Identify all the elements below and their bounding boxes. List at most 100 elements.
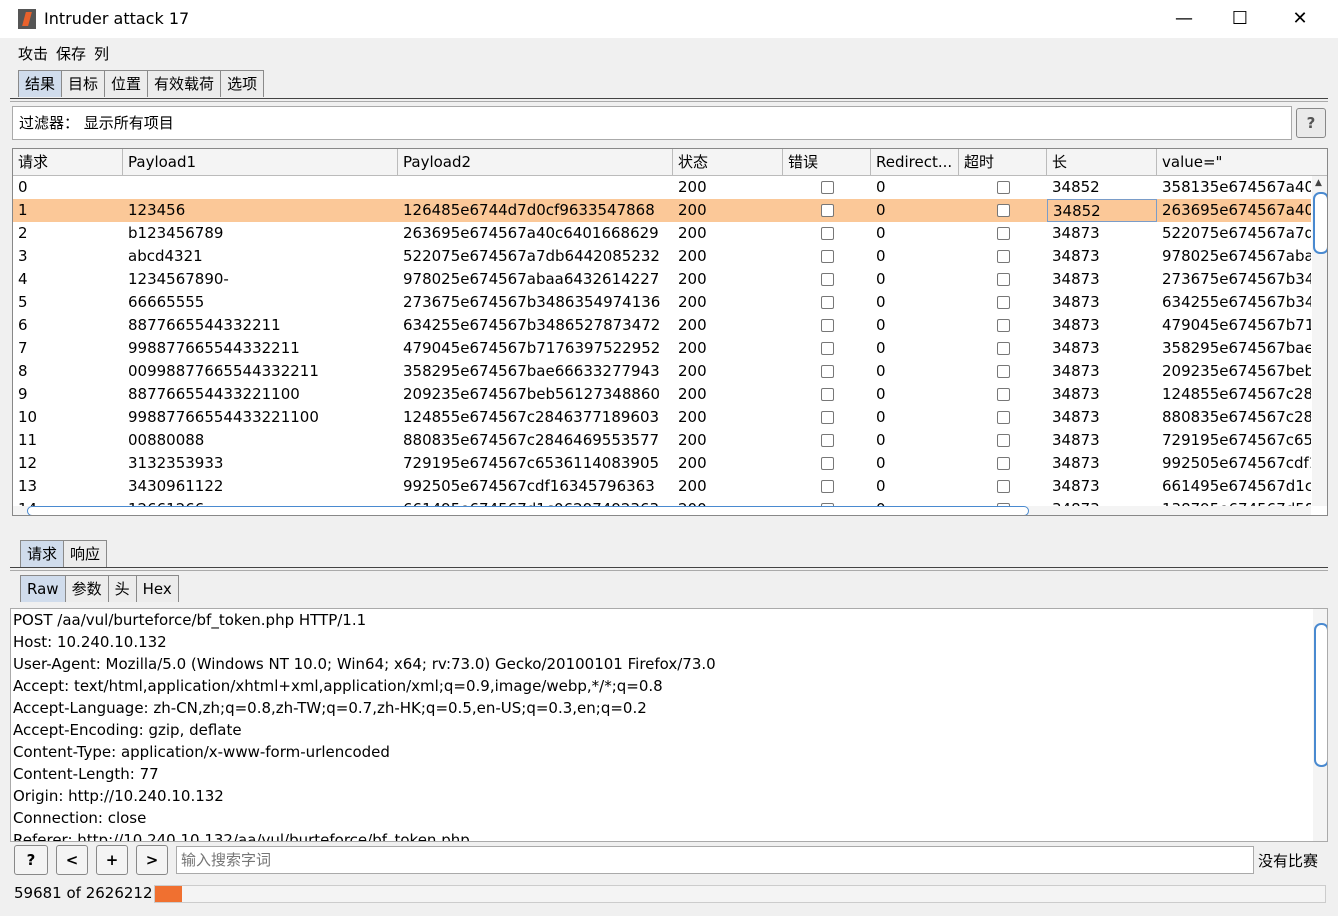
col-payload1[interactable]: Payload1 (123, 149, 398, 175)
timeout-checkbox[interactable] (997, 227, 1010, 240)
table-hscroll-thumb[interactable] (27, 506, 1029, 515)
minimize-button[interactable]: — (1156, 0, 1212, 38)
close-button[interactable]: ✕ (1272, 0, 1328, 38)
table-cell: 200 (678, 362, 707, 380)
table-cell: 634255e674567b348 (1162, 293, 1311, 311)
error-checkbox[interactable] (821, 296, 834, 309)
table-horizontal-scrollbar[interactable] (13, 506, 1311, 515)
table-row[interactable]: 9 887766554433221100 209235e674567beb56127… (13, 383, 1311, 406)
error-checkbox[interactable] (821, 227, 834, 240)
col-timeout[interactable]: 超时 (959, 149, 1047, 175)
table-cell: 0 (876, 339, 886, 357)
editor-scrollbar[interactable] (1313, 609, 1327, 841)
error-checkbox[interactable] (821, 434, 834, 447)
tab-results[interactable]: 结果 (18, 70, 63, 97)
timeout-checkbox[interactable] (997, 296, 1010, 309)
tab-request[interactable]: 请求 (20, 540, 65, 567)
table-row[interactable]: 3 abcd4321 522075e674567a7db6442085232 200 0… (13, 245, 1311, 268)
tab-params[interactable]: 参数 (64, 575, 109, 602)
error-checkbox[interactable] (821, 273, 834, 286)
search-add-button[interactable]: + (96, 845, 128, 875)
table-row[interactable]: 6 8877665544332211 634255e674567b348652787… (13, 314, 1311, 337)
table-row[interactable]: 1412661266661495e674567d1c06297492363200… (13, 498, 1311, 506)
search-input[interactable] (176, 846, 1254, 874)
menu-save[interactable]: 保存 (56, 43, 86, 64)
table-cell: 0 (876, 454, 886, 472)
tab-headers[interactable]: 头 (107, 575, 137, 602)
table-row[interactable]: 11 00880088 880835e674567c2846469553577 200… (13, 429, 1311, 452)
table-cell: 8 (18, 362, 28, 380)
col-length[interactable]: 长 (1047, 149, 1157, 175)
request-editor[interactable]: POST /aa/vul/burteforce/bf_token.php HTT… (10, 608, 1328, 842)
menu-attack[interactable]: 攻击 (18, 43, 48, 64)
tab-raw[interactable]: Raw (20, 575, 66, 602)
col-error[interactable]: 错误 (783, 149, 871, 175)
table-vertical-scrollbar[interactable]: ▲ (1312, 176, 1327, 506)
col-request[interactable]: 请求 (13, 149, 123, 175)
timeout-checkbox[interactable] (997, 204, 1010, 217)
timeout-checkbox[interactable] (997, 480, 1010, 493)
timeout-checkbox[interactable] (997, 457, 1010, 470)
view-tabs: Raw 参数 头 Hex (20, 575, 179, 602)
table-row[interactable]: 4 1234567890- 978025e674567abaa6432614227 2… (13, 268, 1311, 291)
search-next-button[interactable]: > (136, 845, 168, 875)
table-cell: 34873 (1052, 339, 1100, 357)
table-row[interactable]: 7 998877665544332211 479045e674567b7176397… (13, 337, 1311, 360)
error-checkbox[interactable] (821, 204, 834, 217)
col-value[interactable]: value=" (1157, 149, 1327, 175)
table-cell: 209235e674567beb5 (1162, 362, 1311, 380)
table-cell: 880835e674567c2846469553577 (403, 431, 660, 449)
menu-columns[interactable]: 列 (94, 43, 109, 64)
table-row[interactable]: 2 b123456789 263695e674567a40c6401668629 20… (13, 222, 1311, 245)
timeout-checkbox[interactable] (997, 181, 1010, 194)
timeout-checkbox[interactable] (997, 388, 1010, 401)
request-line: Connection: close (13, 809, 147, 827)
search-help-button[interactable]: ? (14, 845, 48, 875)
timeout-checkbox[interactable] (997, 342, 1010, 355)
timeout-checkbox[interactable] (997, 434, 1010, 447)
col-payload2[interactable]: Payload2 (398, 149, 673, 175)
timeout-checkbox[interactable] (997, 250, 1010, 263)
editor-scroll-thumb[interactable] (1314, 623, 1327, 767)
timeout-checkbox[interactable] (997, 273, 1010, 286)
maximize-button[interactable]: ☐ (1212, 0, 1268, 38)
request-line: Content-Type: application/x-www-form-url… (13, 743, 390, 761)
timeout-checkbox[interactable] (997, 319, 1010, 332)
table-row[interactable]: 5 66665555 273675e674567b3486354974136 200 0… (13, 291, 1311, 314)
table-row[interactable]: 10 99887766554433221100 124855e674567c2846… (13, 406, 1311, 429)
timeout-checkbox[interactable] (997, 411, 1010, 424)
attack-progress-bar (154, 885, 1326, 903)
tab-target[interactable]: 目标 (61, 70, 106, 97)
table-cell: 263695e674567a40c6401668629 (403, 224, 659, 242)
filter-help-button[interactable]: ? (1296, 108, 1326, 138)
tab-hex[interactable]: Hex (135, 575, 179, 602)
table-scroll-thumb[interactable] (1313, 192, 1327, 254)
error-checkbox[interactable] (821, 365, 834, 378)
error-checkbox[interactable] (821, 457, 834, 470)
error-checkbox[interactable] (821, 181, 834, 194)
search-prev-button[interactable]: < (56, 845, 88, 875)
filter-bar[interactable]: 过滤器： 显示所有项目 (12, 106, 1292, 140)
table-row[interactable]: 8 00998877665544332211 358295e674567bae666… (13, 360, 1311, 383)
col-status[interactable]: 状态 (673, 149, 783, 175)
table-row[interactable]: 12 3132353933 729195e674567c6536114083905 2… (13, 452, 1311, 475)
tab-options[interactable]: 选项 (220, 70, 265, 97)
table-row[interactable]: 13 3430961122 992505e674567cdf16345796363 2… (13, 475, 1311, 498)
col-redirect[interactable]: Redirect... (871, 149, 959, 175)
scroll-up-icon[interactable]: ▲ (1315, 178, 1322, 188)
tab-positions[interactable]: 位置 (104, 70, 149, 97)
table-cell: 729195e674567c6536114083905 (403, 454, 660, 472)
tab-response[interactable]: 响应 (63, 540, 108, 567)
error-checkbox[interactable] (821, 480, 834, 493)
error-checkbox[interactable] (821, 388, 834, 401)
table-row[interactable]: 1 123456 126485e6744d7d0cf9633547868 200 0 34… (13, 199, 1311, 222)
error-checkbox[interactable] (821, 250, 834, 263)
table-row[interactable]: 0 200 0 34852 358135e674567a40c (13, 176, 1311, 199)
timeout-checkbox[interactable] (997, 365, 1010, 378)
error-checkbox[interactable] (821, 342, 834, 355)
error-checkbox[interactable] (821, 411, 834, 424)
error-checkbox[interactable] (821, 319, 834, 332)
tab-payloads[interactable]: 有效载荷 (147, 70, 222, 97)
table-cell: 123456 (128, 201, 186, 219)
table-cell: 358295e674567bae66633277943 (403, 362, 660, 380)
